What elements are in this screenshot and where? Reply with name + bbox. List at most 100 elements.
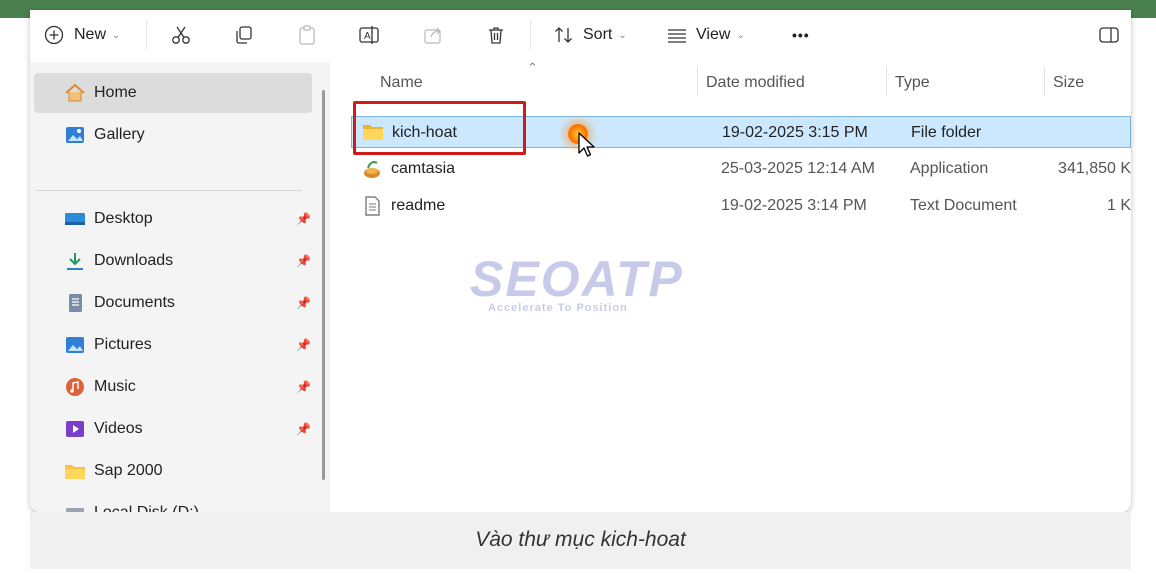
- watermark-logo: SEOATP Accelerate To Position: [470, 244, 690, 324]
- image-caption: Vào thư mục kich-hoat: [475, 528, 686, 551]
- delete-button[interactable]: [485, 20, 507, 50]
- videos-icon: [64, 419, 86, 439]
- sidebar-item-label: Gallery: [94, 126, 145, 143]
- scissors-icon: [170, 24, 192, 46]
- details-pane-button[interactable]: [1098, 20, 1120, 50]
- sidebar-item-local-disk[interactable]: Local Disk (D:): [34, 493, 312, 512]
- view-label: View: [696, 26, 731, 43]
- svg-text:A: A: [364, 31, 371, 42]
- toolbar-separator: [530, 20, 531, 50]
- trash-icon: [485, 24, 507, 46]
- file-date-modified: 19-02-2025 3:15 PM: [722, 124, 868, 141]
- new-button[interactable]: New ⌄: [44, 20, 120, 50]
- new-label: New: [74, 26, 107, 43]
- command-bar: New ⌄ A Sort ⌄ View ⌄ •••: [30, 10, 1131, 62]
- home-icon: [64, 83, 86, 103]
- file-type: Text Document: [910, 197, 1017, 214]
- sidebar-divider: [36, 190, 302, 191]
- sidebar-item-label: Music: [94, 378, 136, 395]
- file-name: readme: [391, 197, 446, 214]
- table-row[interactable]: readme 19-02-2025 3:14 PM Text Document …: [351, 190, 1131, 222]
- watermark-brand: SEOATP: [470, 251, 684, 307]
- sort-label: Sort: [583, 26, 613, 43]
- chevron-down-icon: ⌄: [736, 29, 745, 41]
- column-divider[interactable]: [1044, 66, 1045, 96]
- more-options-button[interactable]: •••: [792, 20, 810, 50]
- cut-button[interactable]: [170, 20, 192, 50]
- clipboard-icon: [296, 24, 318, 46]
- sidebar-item-desktop[interactable]: Desktop 📌: [34, 199, 312, 239]
- table-row[interactable]: camtasia 25-03-2025 12:14 AM Application…: [351, 153, 1131, 185]
- file-list: ⌃ Name Date modified Type Size kich-hoat…: [335, 60, 1131, 512]
- mouse-cursor-icon: [578, 132, 596, 163]
- file-size: 341,850 K: [1058, 160, 1131, 177]
- documents-icon: [64, 293, 86, 313]
- music-icon: [64, 377, 86, 397]
- sidebar-item-music[interactable]: Music 📌: [34, 367, 312, 407]
- sidebar-item-gallery[interactable]: Gallery: [34, 115, 312, 155]
- pin-icon[interactable]: 📌: [296, 212, 311, 226]
- column-divider[interactable]: [886, 66, 887, 96]
- file-date-modified: 25-03-2025 12:14 AM: [721, 160, 875, 177]
- sidebar-item-label: Sap 2000: [94, 462, 163, 479]
- download-icon: [64, 251, 86, 271]
- pin-icon[interactable]: 📌: [296, 338, 311, 352]
- sidebar-item-label: Downloads: [94, 252, 174, 269]
- sidebar-item-sap-2000[interactable]: Sap 2000: [34, 451, 312, 491]
- column-header-type[interactable]: Type: [895, 74, 930, 92]
- column-header-size[interactable]: Size: [1053, 74, 1084, 92]
- sidebar-item-label: Home: [94, 84, 137, 101]
- sidebar-item-home[interactable]: Home: [34, 73, 312, 113]
- sidebar-item-label: Local Disk (D:): [94, 504, 199, 512]
- app-icon: [361, 158, 383, 185]
- paste-button[interactable]: [296, 20, 318, 50]
- text-file-icon: [361, 195, 383, 222]
- sidebar-item-label: Pictures: [94, 336, 152, 353]
- sort-arrow-icon: ⌃: [527, 60, 538, 75]
- file-name: camtasia: [391, 160, 456, 177]
- navigation-pane: Home Gallery Desktop 📌 Downloads 📌 Docum…: [30, 62, 330, 512]
- sidebar-item-videos[interactable]: Videos 📌: [34, 409, 312, 449]
- pin-icon[interactable]: 📌: [296, 254, 311, 268]
- sort-button[interactable]: Sort ⌄: [553, 20, 627, 50]
- gallery-icon: [64, 125, 86, 145]
- caption-area: Vào thư mục kich-hoat: [30, 512, 1131, 569]
- sidebar-item-label: Videos: [94, 420, 143, 437]
- pin-icon[interactable]: 📌: [296, 422, 311, 436]
- drive-icon: [64, 503, 86, 512]
- view-list-icon: [666, 24, 688, 46]
- sidebar-item-downloads[interactable]: Downloads 📌: [34, 241, 312, 281]
- sidebar-scrollbar[interactable]: [322, 90, 325, 480]
- column-header-date-modified[interactable]: Date modified: [706, 74, 805, 92]
- rename-icon: A: [358, 24, 380, 46]
- pin-icon[interactable]: 📌: [296, 380, 311, 394]
- view-button[interactable]: View ⌄: [666, 20, 745, 50]
- file-type: File folder: [911, 124, 982, 141]
- column-divider[interactable]: [697, 66, 698, 96]
- chevron-down-icon: ⌄: [112, 29, 121, 41]
- watermark-tagline: Accelerate To Position: [488, 302, 628, 314]
- toolbar-separator: [146, 20, 147, 50]
- sidebar-item-label: Documents: [94, 294, 175, 311]
- share-button[interactable]: [422, 20, 444, 50]
- pictures-icon: [64, 335, 86, 355]
- share-icon: [422, 24, 444, 46]
- highlight-box: [353, 101, 526, 155]
- sidebar-item-label: Desktop: [94, 210, 153, 227]
- more-label: •••: [792, 27, 810, 43]
- pin-icon[interactable]: 📌: [296, 296, 311, 310]
- desktop-icon: [64, 209, 86, 229]
- column-header-name[interactable]: Name: [380, 74, 423, 92]
- copy-button[interactable]: [233, 20, 255, 50]
- file-size: 1 K: [1106, 197, 1131, 214]
- sidebar-item-pictures[interactable]: Pictures 📌: [34, 325, 312, 365]
- file-date-modified: 19-02-2025 3:14 PM: [721, 197, 867, 214]
- details-pane-icon: [1098, 24, 1120, 46]
- rename-button[interactable]: A: [358, 20, 380, 50]
- folder-icon: [64, 461, 86, 481]
- copy-icon: [233, 24, 255, 46]
- sidebar-item-documents[interactable]: Documents 📌: [34, 283, 312, 323]
- chevron-down-icon: ⌄: [618, 29, 627, 41]
- file-type: Application: [910, 160, 989, 177]
- plus-circle-icon: [44, 25, 64, 45]
